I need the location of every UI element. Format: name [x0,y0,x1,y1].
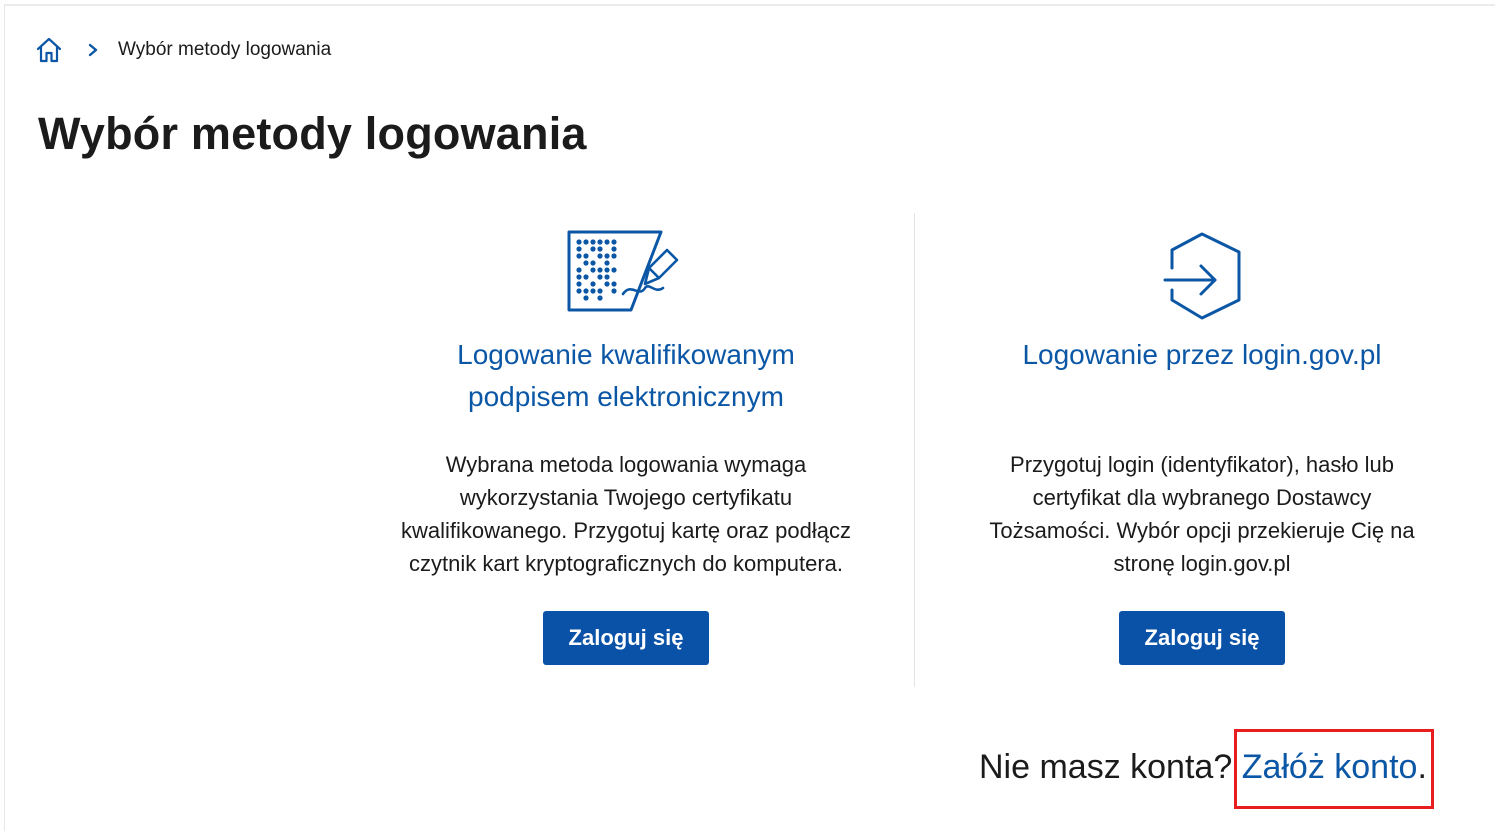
desc-line: czytnik kart kryptograficznych do komput… [408,551,844,576]
desc-line: kwalifikowanego. Przygotuj kartę oraz po… [400,518,851,543]
option-login-gov: Logowanie przez login.gov.pl Przygotuj l… [952,228,1452,580]
desc-line: stronę login.gov.pl [1113,551,1291,576]
desc-line: Wybrana metoda logowania wymaga [445,452,807,477]
desc-line: wykorzystania Twojego certyfikatu [459,485,793,510]
desc-line: Tożsamości. Wybór opcji przekieruje Cię … [989,518,1415,543]
page-title: Wybór metody logowania [38,108,587,159]
register-question: Nie masz konta? [979,748,1233,786]
qualified-signature-card-icon [565,228,687,314]
chevron-right-icon [86,43,100,57]
login-arrow-hexagon-icon [1159,228,1245,324]
option-qualified-signature-title[interactable]: Logowanie kwalifikowanym podpisem elektr… [376,334,876,418]
option-login-gov-title[interactable]: Logowanie przez login.gov.pl [952,334,1452,376]
option-description: Przygotuj login (identyfikator), hasło l… [952,448,1452,580]
breadcrumb: Wybór metody logowania [34,34,331,66]
desc-line: certyfikat dla wybranego Dostawcy [1032,485,1372,510]
option-title-line: podpisem elektronicznym [468,381,784,412]
breadcrumb-current: Wybór metody logowania [118,39,332,60]
highlight-box [1234,729,1434,809]
option-qualified-signature: Logowanie kwalifikowanym podpisem elektr… [376,228,876,580]
column-divider [914,213,915,687]
desc-line: Przygotuj login (identyfikator), hasło l… [1010,452,1394,477]
login-qualified-signature-button[interactable]: Zaloguj się [543,611,709,665]
option-title-line: Logowanie kwalifikowanym [457,339,795,370]
option-description: Wybrana metoda logowania wymaga wykorzys… [376,448,876,580]
option-title-line: Logowanie przez login.gov.pl [1022,339,1382,370]
home-icon[interactable] [34,35,64,65]
login-gov-button[interactable]: Zaloguj się [1119,611,1285,665]
